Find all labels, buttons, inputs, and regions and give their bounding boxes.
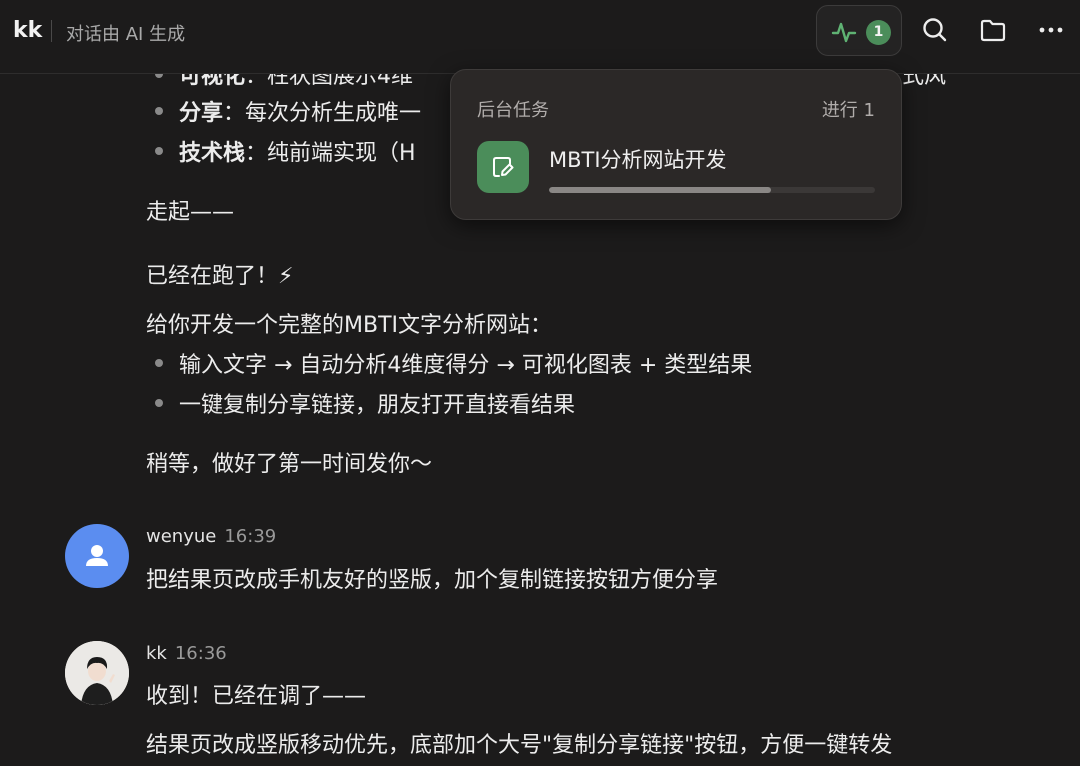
files-button[interactable] — [978, 15, 1008, 45]
ai-disclaimer: 对话由 AI 生成 — [66, 24, 186, 45]
reply-bullet-1: 输入文字 → 自动分析4维度得分 → 可视化图表 + 类型结果 — [179, 353, 753, 378]
edit-document-icon — [493, 157, 514, 177]
message-time: 16:36 — [174, 643, 227, 664]
kk-avatar[interactable] — [65, 641, 129, 705]
user-message-text: 把结果页改成手机友好的竖版，加个复制链接按钮方便分享 — [146, 568, 719, 593]
earlier-bullet-2: 分享：每次分析生成唯一 — [179, 101, 422, 126]
user-avatar[interactable] — [65, 524, 129, 588]
title-divider — [51, 20, 52, 42]
reply-line-2: 给你开发一个完整的MBTI文字分析网站： — [146, 313, 553, 338]
app-title: kk — [13, 18, 43, 43]
task-progress-bar — [549, 187, 875, 193]
bullet-dot — [155, 107, 163, 115]
kk-message-meta: kk 16:36 — [146, 643, 227, 664]
task-count-badge: 1 — [866, 20, 891, 45]
running-count: 进行 1 — [821, 100, 875, 121]
top-bar: kk 对话由 AI 生成 1 — [0, 0, 1080, 74]
kk-avatar-illustration — [65, 641, 129, 705]
reply-line-3: 稍等，做好了第一时间发你～ — [146, 452, 433, 477]
search-icon — [923, 18, 947, 42]
activity-icon — [831, 22, 857, 43]
task-title[interactable]: MBTI分析网站开发 — [549, 144, 727, 174]
user-message-meta: wenyue 16:39 — [146, 526, 276, 547]
person-icon — [86, 545, 108, 566]
background-tasks-popover: 后台任务 进行 1 MBTI分析网站开发 — [450, 69, 902, 220]
popover-title: 后台任务 — [477, 100, 549, 121]
sender-name: kk — [146, 643, 167, 664]
message-time: 16:39 — [224, 526, 277, 547]
sender-name: wenyue — [146, 526, 217, 547]
bullet-dot — [155, 147, 163, 155]
reply-bullet-2: 一键复制分享链接，朋友打开直接看结果 — [179, 393, 576, 418]
task-icon-tile — [477, 141, 529, 193]
bullet-dot — [155, 399, 163, 407]
more-icon — [1039, 27, 1063, 33]
bullet-dot — [155, 359, 163, 367]
more-button[interactable] — [1036, 15, 1066, 45]
background-tasks-button[interactable]: 1 — [816, 5, 902, 56]
task-progress-fill — [549, 187, 771, 193]
kk-message-line-1: 收到！已经在调了—— — [146, 684, 367, 709]
folder-icon — [980, 19, 1006, 42]
earlier-bullet-3: 技术栈：纯前端实现（H — [179, 141, 416, 166]
kk-message-line-2: 结果页改成竖版移动优先，底部加个大号"复制分享链接"按钮，方便一键转发 — [146, 733, 893, 758]
go-line: 走起—— — [146, 200, 235, 225]
search-button[interactable] — [920, 15, 950, 45]
reply-line-1: 已经在跑了！⚡ — [146, 264, 294, 289]
